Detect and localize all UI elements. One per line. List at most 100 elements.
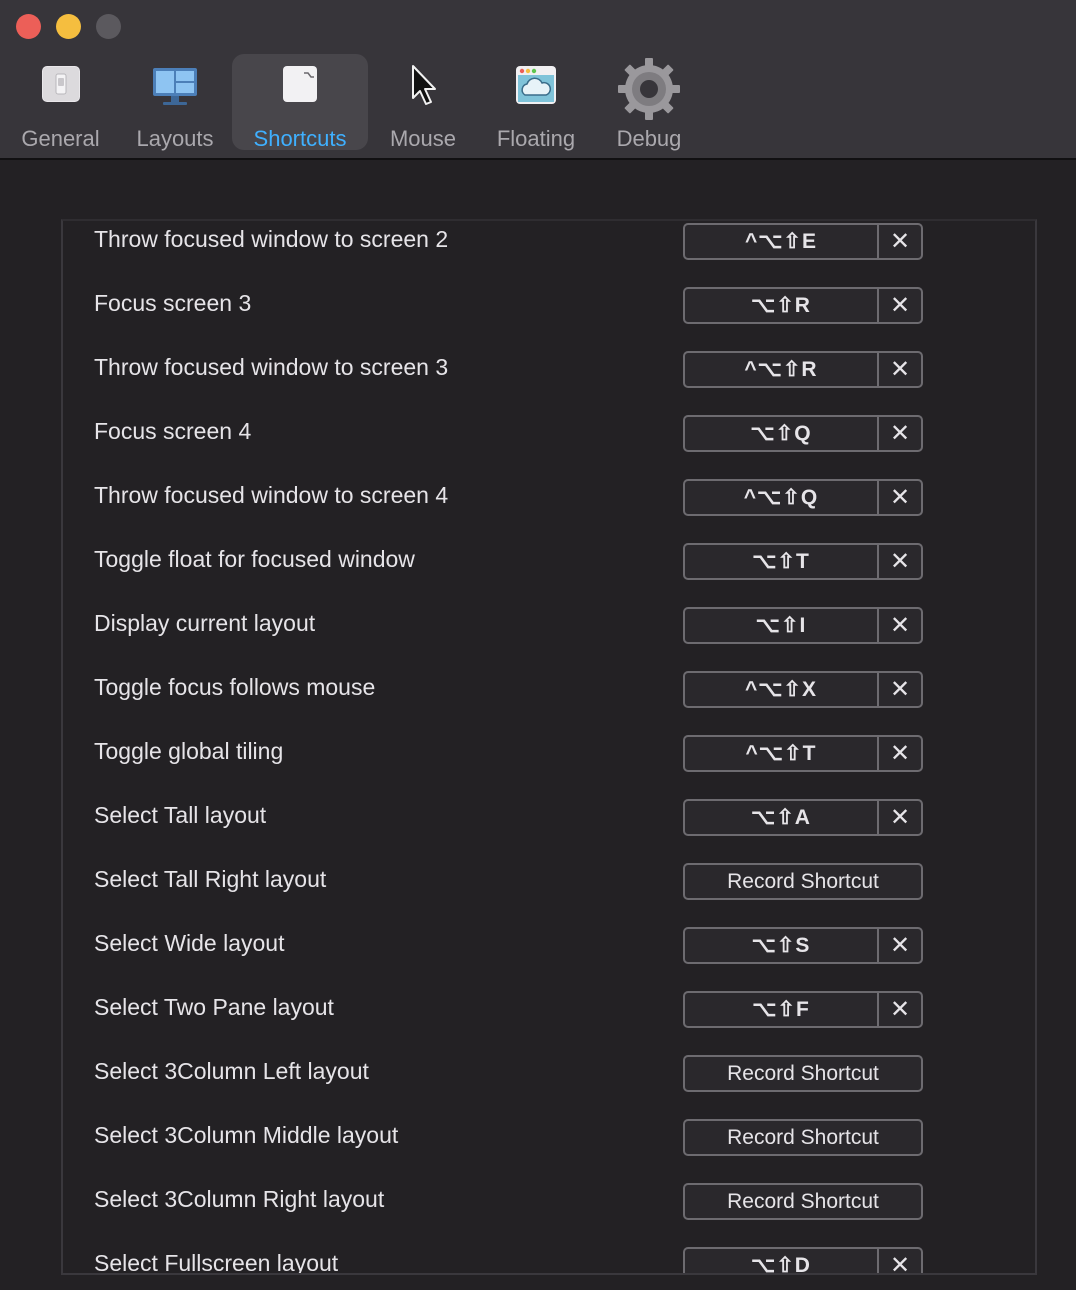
shortcut-keys[interactable]: ⌥⇧T (685, 545, 879, 578)
minimize-window-button[interactable] (56, 14, 81, 39)
clear-shortcut-button[interactable]: ✕ (879, 545, 921, 578)
zoom-window-button[interactable] (96, 14, 121, 39)
tab-general[interactable]: General (13, 54, 108, 151)
clear-shortcut-button[interactable]: ✕ (879, 225, 921, 258)
clear-shortcut-button[interactable]: ✕ (879, 353, 921, 386)
tab-mouse-label: Mouse (389, 126, 457, 151)
shortcut-recorder-field[interactable]: ⌥⇧I ✕ (683, 607, 923, 644)
shortcut-label: Focus screen 4 (94, 418, 252, 444)
clear-shortcut-button[interactable]: ✕ (879, 801, 921, 834)
tab-debug[interactable]: Debug (606, 54, 692, 151)
record-shortcut-button[interactable]: Record Shortcut (683, 1183, 923, 1220)
shortcut-label: Toggle float for focused window (94, 546, 415, 572)
record-shortcut-button[interactable]: Record Shortcut (683, 1055, 923, 1092)
shortcut-recorder-field[interactable]: ⌥⇧S ✕ (683, 927, 923, 964)
shortcut-row: Toggle float for focused window ⌥⇧T ✕ (63, 528, 1035, 592)
shortcut-recorder-field[interactable]: ^⌥⇧R ✕ (683, 351, 923, 388)
shortcut-label: Focus screen 3 (94, 290, 252, 316)
shortcut-keys[interactable]: ⌥⇧D (685, 1249, 879, 1273)
shortcut-row: Select 3Column Right layout Record Shortc… (63, 1168, 1035, 1232)
shortcut-keys[interactable]: ⌥⇧Q (685, 417, 879, 450)
mouse-pointer-icon (403, 62, 443, 113)
toolbar: General Layouts Shortcuts Mouse Floating… (0, 0, 1076, 160)
clear-shortcut-button[interactable]: ✕ (879, 1249, 921, 1273)
shortcut-recorder-field[interactable]: ⌥⇧F ✕ (683, 991, 923, 1028)
shortcuts-document-icon (278, 62, 322, 111)
clear-shortcut-button[interactable]: ✕ (879, 993, 921, 1026)
shortcut-row: Throw focused window to screen 4 ^⌥⇧Q ✕ (63, 464, 1035, 528)
shortcuts-list-panel[interactable]: Throw focused window to screen 2 ^⌥⇧E ✕ Foc… (61, 219, 1037, 1275)
tab-debug-label: Debug (616, 126, 682, 151)
shortcut-row: Select Tall layout ⌥⇧A ✕ (63, 784, 1035, 848)
record-shortcut-button[interactable]: Record Shortcut (683, 1119, 923, 1156)
shortcut-label: Select Two Pane layout (94, 994, 334, 1020)
shortcut-keys[interactable]: ⌥⇧S (685, 929, 879, 962)
shortcut-row: Select Wide layout ⌥⇧S ✕ (63, 912, 1035, 976)
shortcuts-list: Throw focused window to screen 2 ^⌥⇧E ✕ Foc… (63, 221, 1035, 1275)
clear-shortcut-button[interactable]: ✕ (879, 609, 921, 642)
layouts-monitor-icon (151, 62, 199, 113)
tab-general-label: General (21, 126, 100, 151)
clear-shortcut-button[interactable]: ✕ (879, 481, 921, 514)
shortcut-keys[interactable]: ⌥⇧R (685, 289, 879, 322)
tab-mouse[interactable]: Mouse (380, 54, 466, 151)
shortcut-label: Toggle global tiling (94, 738, 284, 764)
shortcut-keys[interactable]: ^⌥⇧X (685, 673, 879, 706)
close-window-button[interactable] (16, 14, 41, 39)
gear-icon (616, 56, 682, 127)
shortcut-label: Toggle focus follows mouse (94, 674, 376, 700)
shortcut-row: Select Tall Right layout Record Shortcut (63, 848, 1035, 912)
clear-shortcut-button[interactable]: ✕ (879, 673, 921, 706)
shortcut-row: Select Two Pane layout ⌥⇧F ✕ (63, 976, 1035, 1040)
shortcut-recorder-field[interactable]: ^⌥⇧X ✕ (683, 671, 923, 708)
clear-shortcut-button[interactable]: ✕ (879, 929, 921, 962)
shortcut-label: Select Tall Right layout (94, 866, 327, 892)
preferences-window: General Layouts Shortcuts Mouse Floating… (0, 0, 1076, 1290)
shortcut-row: Select 3Column Middle layout Record Short… (63, 1104, 1035, 1168)
shortcut-label: Select 3Column Middle layout (94, 1122, 399, 1148)
shortcut-label: Select 3Column Left layout (94, 1058, 369, 1084)
shortcut-recorder-field[interactable]: ⌥⇧D ✕ (683, 1247, 923, 1273)
tab-layouts[interactable]: Layouts (128, 54, 222, 151)
clear-shortcut-button[interactable]: ✕ (879, 289, 921, 322)
shortcut-keys[interactable]: ⌥⇧I (685, 609, 879, 642)
tab-floating[interactable]: Floating (486, 54, 586, 151)
shortcut-label: Select Wide layout (94, 930, 285, 956)
shortcut-label: Throw focused window to screen 4 (94, 482, 449, 508)
shortcut-recorder-field[interactable]: ⌥⇧R ✕ (683, 287, 923, 324)
shortcut-label: Throw focused window to screen 3 (94, 354, 449, 380)
tab-shortcuts-label: Shortcuts (253, 126, 347, 151)
shortcut-label: Select Tall layout (94, 802, 267, 828)
shortcut-recorder-field[interactable]: ^⌥⇧Q ✕ (683, 479, 923, 516)
shortcut-label: Select 3Column Right layout (94, 1186, 385, 1212)
shortcut-keys[interactable]: ^⌥⇧E (685, 225, 879, 258)
shortcut-recorder-field[interactable]: ⌥⇧T ✕ (683, 543, 923, 580)
shortcut-label: Select Fullscreen layout (94, 1250, 339, 1275)
shortcut-row: Display current layout ⌥⇧I ✕ (63, 592, 1035, 656)
shortcut-recorder-field[interactable]: ^⌥⇧T ✕ (683, 735, 923, 772)
shortcut-recorder-field[interactable]: ⌥⇧A ✕ (683, 799, 923, 836)
clear-shortcut-button[interactable]: ✕ (879, 417, 921, 450)
shortcut-keys[interactable]: ^⌥⇧T (685, 737, 879, 770)
shortcut-keys[interactable]: ⌥⇧F (685, 993, 879, 1026)
shortcut-row: Toggle focus follows mouse ^⌥⇧X ✕ (63, 656, 1035, 720)
shortcut-keys[interactable]: ^⌥⇧Q (685, 481, 879, 514)
record-shortcut-button[interactable]: Record Shortcut (683, 863, 923, 900)
general-switch-icon (39, 62, 83, 111)
tab-shortcuts[interactable]: Shortcuts (232, 54, 368, 151)
shortcut-row: Select 3Column Left layout Record Shortcu… (63, 1040, 1035, 1104)
clear-shortcut-button[interactable]: ✕ (879, 737, 921, 770)
floating-window-icon (513, 62, 559, 113)
shortcut-keys[interactable]: ⌥⇧A (685, 801, 879, 834)
tab-layouts-label: Layouts (136, 126, 214, 151)
shortcut-row: Focus screen 3 ⌥⇧R ✕ (63, 272, 1035, 336)
shortcut-row: Throw focused window to screen 2 ^⌥⇧E ✕ (63, 221, 1035, 272)
shortcut-row: Focus screen 4 ⌥⇧Q ✕ (63, 400, 1035, 464)
tab-floating-label: Floating (496, 126, 576, 151)
shortcut-label: Display current layout (94, 610, 316, 636)
shortcut-keys[interactable]: ^⌥⇧R (685, 353, 879, 386)
shortcut-recorder-field[interactable]: ^⌥⇧E ✕ (683, 223, 923, 260)
shortcut-recorder-field[interactable]: ⌥⇧Q ✕ (683, 415, 923, 452)
shortcut-row: Select Fullscreen layout ⌥⇧D ✕ (63, 1232, 1035, 1275)
shortcut-row: Throw focused window to screen 3 ^⌥⇧R ✕ (63, 336, 1035, 400)
